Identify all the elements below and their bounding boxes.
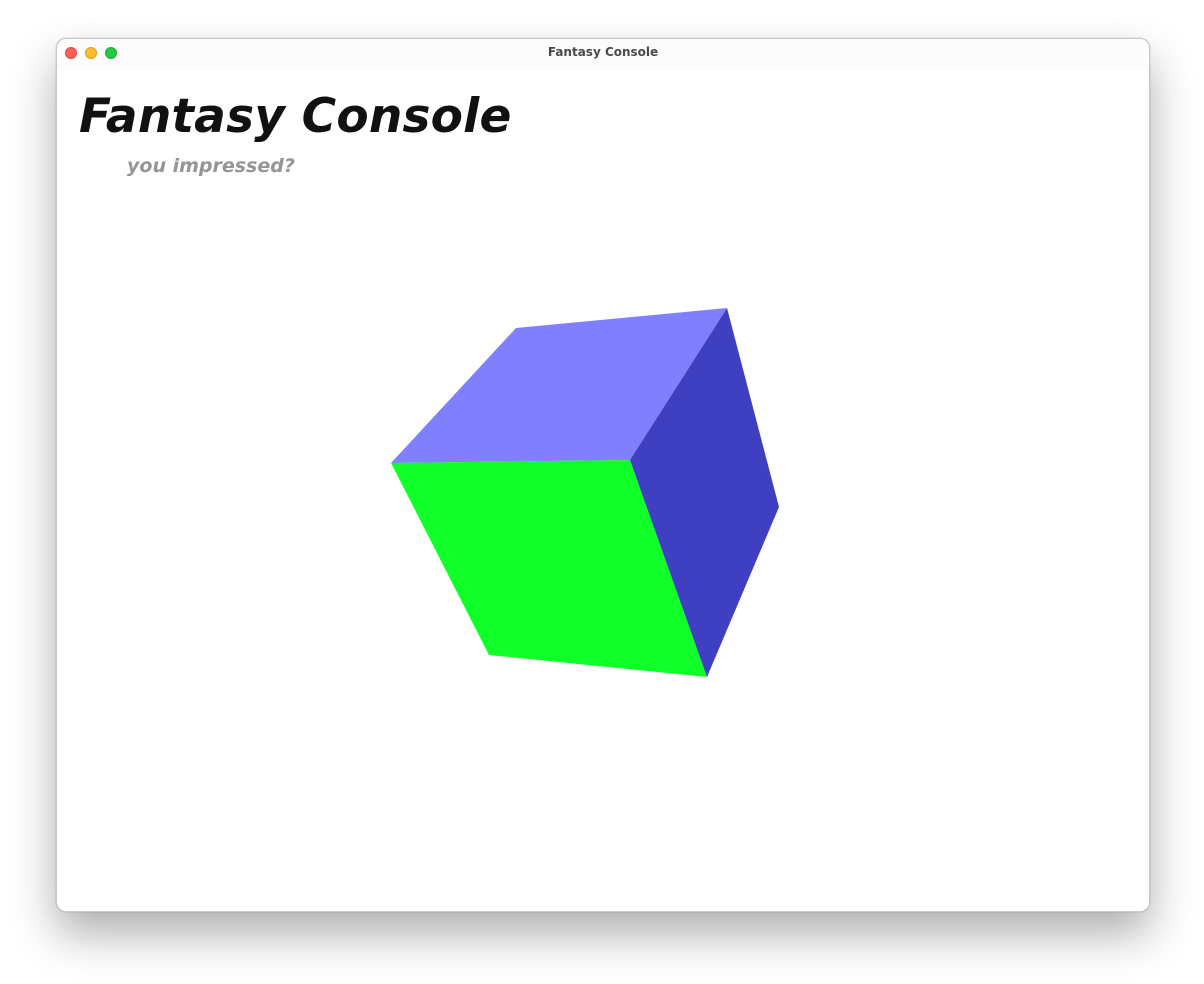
rotating-cube — [391, 308, 779, 677]
window-title: Fantasy Console — [547, 45, 659, 59]
page-title: Fantasy Console — [79, 89, 512, 144]
window-titlebar[interactable]: Fantasy Console — [57, 39, 1149, 67]
page-header: Fantasy Console you impressed? — [57, 67, 1149, 202]
app-window: Fantasy Console Fantasy Console you impr… — [56, 38, 1150, 912]
render-canvas[interactable] — [57, 202, 1149, 911]
page-subtitle: you impressed? — [127, 155, 295, 177]
